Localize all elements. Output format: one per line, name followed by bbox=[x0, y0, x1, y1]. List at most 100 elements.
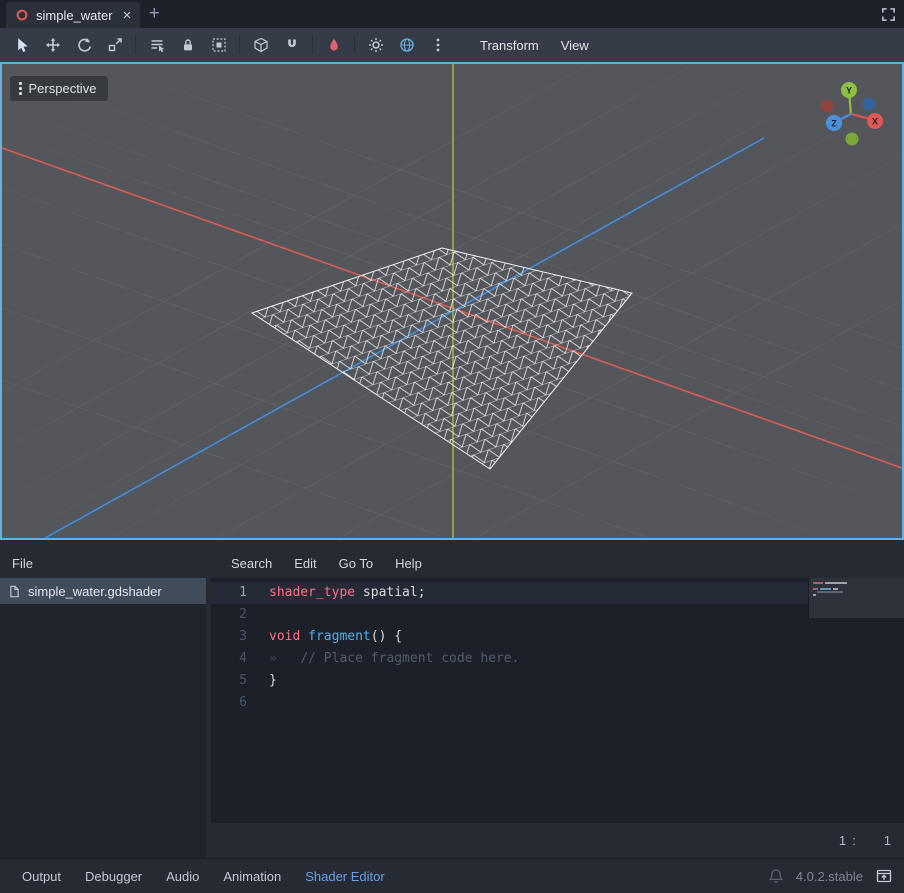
view-menu[interactable]: View bbox=[550, 32, 600, 58]
scale-icon bbox=[107, 37, 123, 53]
caret-line: 1 bbox=[839, 833, 846, 848]
rotate-tool-button[interactable] bbox=[68, 32, 99, 58]
gizmo-x-label: X bbox=[872, 117, 878, 127]
file-name: simple_water.gdshader bbox=[28, 584, 162, 599]
close-tab-icon[interactable]: × bbox=[123, 8, 132, 23]
indent-marker: » bbox=[269, 651, 300, 666]
sun-icon bbox=[368, 37, 384, 53]
shader-file-list[interactable]: simple_water.gdshader bbox=[0, 578, 206, 858]
lock-icon bbox=[180, 37, 196, 53]
transform-menu[interactable]: Transform bbox=[469, 32, 550, 58]
dots-vertical-icon bbox=[16, 82, 25, 95]
code-minimap[interactable] bbox=[808, 578, 904, 618]
line-number: 1 bbox=[211, 582, 247, 604]
line-number: 3 bbox=[211, 626, 247, 648]
viewport-canvas bbox=[2, 64, 902, 538]
toolbar-separator bbox=[354, 36, 355, 54]
selection-list-icon bbox=[149, 37, 165, 53]
code-line[interactable]: 4 » // Place fragment code here. bbox=[211, 648, 904, 670]
perspective-label: Perspective bbox=[29, 81, 97, 96]
move-icon bbox=[45, 37, 61, 53]
dots-vertical-icon bbox=[430, 37, 446, 53]
file-menu[interactable]: File bbox=[12, 556, 44, 571]
shader-code-panel: Search Edit Go To Help 1 shader_type spa… bbox=[211, 548, 904, 858]
spatial-editor-toolbar: Transform View bbox=[0, 28, 904, 62]
code-line[interactable]: 1 shader_type spatial; bbox=[211, 582, 904, 604]
caret-separator: : bbox=[852, 833, 856, 848]
version-label: 4.0.2.stable bbox=[796, 869, 863, 884]
code-text: void fragment() { bbox=[247, 626, 402, 648]
code-line[interactable]: 5 } bbox=[211, 670, 904, 692]
globe-icon bbox=[399, 37, 415, 53]
viewport-3d[interactable]: Perspective Y X Z bbox=[0, 62, 904, 540]
lock-button[interactable] bbox=[172, 32, 203, 58]
scale-tool-button[interactable] bbox=[99, 32, 130, 58]
gizmo-axis-neg-x bbox=[821, 100, 834, 113]
file-list-item[interactable]: simple_water.gdshader bbox=[0, 578, 206, 604]
scene-tab-bar: simple_water × + bbox=[0, 0, 904, 28]
code-editor[interactable]: 1 shader_type spatial; 2 3 void fragment… bbox=[211, 578, 904, 823]
move-tool-button[interactable] bbox=[37, 32, 68, 58]
notifications-bell-icon[interactable] bbox=[769, 868, 783, 884]
code-text: } bbox=[247, 670, 277, 692]
edit-menu[interactable]: Edit bbox=[283, 556, 327, 571]
dock-tab-output[interactable]: Output bbox=[10, 869, 73, 884]
rotate-icon bbox=[76, 37, 92, 53]
water-mesh-wireframe bbox=[252, 248, 632, 469]
code-text bbox=[247, 692, 269, 714]
cube-icon bbox=[253, 37, 269, 53]
toolbar-separator bbox=[312, 36, 313, 54]
toolbar-separator bbox=[239, 36, 240, 54]
caret-column: 1 bbox=[884, 833, 891, 848]
scene-tab[interactable]: simple_water × bbox=[6, 2, 140, 28]
dock-tab-debugger[interactable]: Debugger bbox=[73, 869, 154, 884]
code-text: » // Place fragment code here. bbox=[247, 648, 519, 670]
group-button[interactable] bbox=[203, 32, 234, 58]
magnet-icon bbox=[284, 37, 300, 53]
gizmo-axis-neg-z bbox=[863, 98, 876, 111]
code-line[interactable]: 6 bbox=[211, 692, 904, 714]
add-scene-button[interactable]: + bbox=[140, 0, 168, 28]
shader-editor-panel: File simple_water.gdshader Search Edit G… bbox=[0, 540, 904, 858]
code-line[interactable]: 2 bbox=[211, 604, 904, 626]
mesh-button[interactable] bbox=[245, 32, 276, 58]
expand-bottom-panel-icon[interactable] bbox=[876, 868, 892, 884]
minimap-viewport bbox=[809, 578, 904, 618]
code-text: shader_type spatial; bbox=[247, 582, 426, 604]
orientation-gizmo[interactable]: Y X Z bbox=[808, 78, 892, 162]
file-icon bbox=[8, 584, 21, 599]
line-number: 2 bbox=[211, 604, 247, 626]
godot-scene-icon bbox=[15, 8, 29, 22]
dock-tab-audio[interactable]: Audio bbox=[154, 869, 211, 884]
preview-environment-button[interactable] bbox=[391, 32, 422, 58]
help-menu[interactable]: Help bbox=[384, 556, 433, 571]
gizmo-axis-neg-y bbox=[846, 133, 859, 146]
perspective-button[interactable]: Perspective bbox=[10, 76, 108, 101]
dock-tab-animation[interactable]: Animation bbox=[211, 869, 293, 884]
shader-file-panel: File simple_water.gdshader bbox=[0, 548, 206, 858]
selection-list-button[interactable] bbox=[141, 32, 172, 58]
extra-options-button[interactable] bbox=[422, 32, 453, 58]
select-cursor-icon bbox=[14, 37, 30, 53]
search-menu[interactable]: Search bbox=[220, 556, 283, 571]
dock-tab-shader-editor[interactable]: Shader Editor bbox=[293, 869, 397, 884]
paint-button[interactable] bbox=[318, 32, 349, 58]
code-line[interactable]: 3 void fragment() { bbox=[211, 626, 904, 648]
line-number: 6 bbox=[211, 692, 247, 714]
gizmo-y-label: Y bbox=[846, 86, 852, 96]
fullscreen-icon[interactable] bbox=[881, 7, 896, 22]
goto-menu[interactable]: Go To bbox=[328, 556, 384, 571]
gizmo-z-label: Z bbox=[831, 119, 837, 129]
code-text bbox=[247, 604, 269, 626]
group-icon bbox=[211, 37, 227, 53]
line-number: 4 bbox=[211, 648, 247, 670]
scene-tab-label: simple_water bbox=[36, 8, 113, 23]
select-tool-button[interactable] bbox=[6, 32, 37, 58]
preview-sun-button[interactable] bbox=[360, 32, 391, 58]
line-number: 5 bbox=[211, 670, 247, 692]
snap-button[interactable] bbox=[276, 32, 307, 58]
bottom-dock-bar: Output Debugger Audio Animation Shader E… bbox=[0, 858, 904, 893]
toolbar-separator bbox=[135, 36, 136, 54]
paint-drop-icon bbox=[326, 37, 342, 53]
caret-position: 1 : 1 bbox=[211, 823, 904, 858]
